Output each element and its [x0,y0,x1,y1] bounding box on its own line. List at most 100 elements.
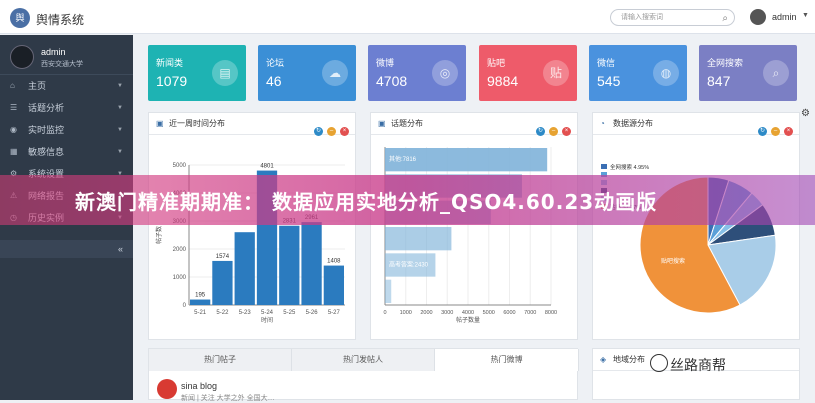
stat-value: 847 [707,73,731,89]
sidebar-item[interactable]: ⌂ 主页 ▼ [0,75,133,97]
gear-icon[interactable]: ⚙ [801,108,813,120]
bar [190,299,211,305]
stat-label: 微博 [376,58,395,68]
user-menu[interactable]: admin [772,12,797,22]
legend-swatch [601,164,607,169]
minimize-icon[interactable]: – [327,127,336,136]
stat-label: 论坛 [266,58,285,68]
bar [279,225,300,305]
data-label: 1574 [216,254,230,260]
x-axis-label: 帖子数量 [456,316,480,324]
minimize-icon[interactable]: – [771,127,780,136]
tab-hot-posters[interactable]: 热门发帖人 [292,349,435,371]
stat-card[interactable]: 贴吧 9884 贴 [479,45,577,101]
panel-header: ◔ 数据源分布 ↻ – × [593,113,799,136]
tieba-icon: 贴 [543,60,569,86]
x-tick-label: 3000 [441,310,453,316]
tab-hot-weibo[interactable]: 热门微博 [435,349,579,371]
trend-bar-chart: 0100020003000400050001955-2115745-225-23… [155,163,345,324]
bar [385,279,392,303]
panel-title: 数据源分布 [613,119,653,128]
map-icon: ◈ [600,355,607,364]
banner-text: 新澳门精准期期准： 数据应用实地分析_QSO4.60.23动画版 [75,190,658,214]
stat-label: 新闻类 [156,58,184,68]
data-label: 其他:7816 [389,155,417,163]
x-tick-label: 5-27 [328,310,341,316]
x-tick-label: 5000 [483,310,495,316]
legend-label: 全网搜索 4.95% [610,163,649,171]
stat-card[interactable]: 论坛 46 ☁ [258,45,356,101]
home-icon: ⌂ [10,81,15,90]
y-tick-label: 0 [183,303,187,309]
tab-label: 热门帖子 [204,355,236,364]
data-label: 195 [195,293,206,299]
x-tick-label: 1000 [400,310,412,316]
y-tick-label: 5000 [173,163,187,169]
list-icon: ☰ [10,103,18,112]
search-icon[interactable]: ⌕ [722,11,728,26]
stat-label: 全网搜索 [707,58,744,68]
chevron-down-icon: ▼ [117,105,123,111]
sidebar-item[interactable]: ▦ 敏感信息 ▼ [0,141,133,163]
document-icon: ▤ [212,60,238,86]
sidebar-item-label: 主页 [28,81,47,91]
x-tick-label: 5-21 [194,310,207,316]
x-tick-label: 5-26 [306,310,319,316]
search-icon: ⌕ [763,60,789,86]
source-pie-chart: 全网搜索 4.95%贴吧 57.77%贴吧搜索 [601,163,777,314]
bar [301,222,322,305]
sina-logo [157,379,177,399]
x-tick-label: 5-25 [283,310,296,316]
sidebar-item-label: 话题分析 [28,103,65,113]
pie-icon: ◔ [600,119,605,128]
bar [323,265,344,305]
refresh-icon[interactable]: ↻ [758,127,767,136]
profile-name: admin [41,47,66,57]
sidebar-collapse-button[interactable]: « [0,240,133,258]
stat-card[interactable]: 新闻类 1079 ▤ [148,45,246,101]
search-placeholder: 请输入搜索词 [621,14,663,21]
source-panel: ◔ 数据源分布 ↻–× 全网搜索 4.95%贴吧 57.77%贴吧搜索 [592,112,800,340]
stat-card[interactable]: 微博 4708 ◎ [368,45,466,101]
app-title: 舆情系统 [36,13,85,27]
chevron-down-icon[interactable]: ▼ [802,12,809,19]
data-label: 高考答案:2430 [389,261,429,269]
sidebar-profile: admin 西安交通大学 [0,35,133,75]
app-logo: 舆 [10,8,30,28]
profile-avatar [10,45,34,69]
tab-label: 热门发帖人 [343,355,383,364]
chart-icon: ▣ [156,119,164,128]
wechat-icon: ◍ [653,60,679,86]
close-icon[interactable]: × [784,127,793,136]
close-icon[interactable]: × [340,127,349,136]
panel-header: ▣ 话题分布 ↻ – × [371,113,577,136]
refresh-icon[interactable]: ↻ [314,127,323,136]
weibo-icon: ◎ [432,60,458,86]
panel-title: 地域分布 [613,355,645,364]
stat-card[interactable]: 微信 545 ◍ [589,45,687,101]
avatar[interactable] [750,9,766,25]
sidebar-item-label: 实时监控 [28,125,65,135]
hot-tabs: 热门帖子 热门发帖人 热门微博 sina blog 新闻 | 关注 大学之外 全… [148,348,579,402]
x-tick-label: 7000 [524,310,536,316]
refresh-icon[interactable]: ↻ [536,127,545,136]
sidebar-item[interactable]: ◉ 实时监控 ▼ [0,119,133,141]
stat-card[interactable]: 全网搜索 847 ⌕ [699,45,797,101]
chart-icon: ▣ [378,119,386,128]
search-input[interactable]: 请输入搜索词 ⌕ [610,9,735,26]
x-axis-label: 时间 [261,316,273,324]
minimize-icon[interactable]: – [549,127,558,136]
data-label: 4801 [260,164,274,170]
close-icon[interactable]: × [562,127,571,136]
stat-value: 9884 [487,73,519,89]
x-tick-label: 5-23 [239,310,252,316]
tab-hot-posts[interactable]: 热门帖子 [149,349,292,371]
sidebar-item[interactable]: ☰ 话题分析 ▼ [0,97,133,119]
chevron-down-icon: ▼ [117,127,123,133]
bar [212,260,233,305]
top-bar: 舆 舆情系统 请输入搜索词 ⌕ admin ▼ [0,0,815,34]
chat-icon: ☁ [322,60,348,86]
feed-source-name[interactable]: sina blog [181,381,217,391]
stat-value: 545 [597,73,621,89]
chevron-down-icon: ▼ [117,83,123,89]
